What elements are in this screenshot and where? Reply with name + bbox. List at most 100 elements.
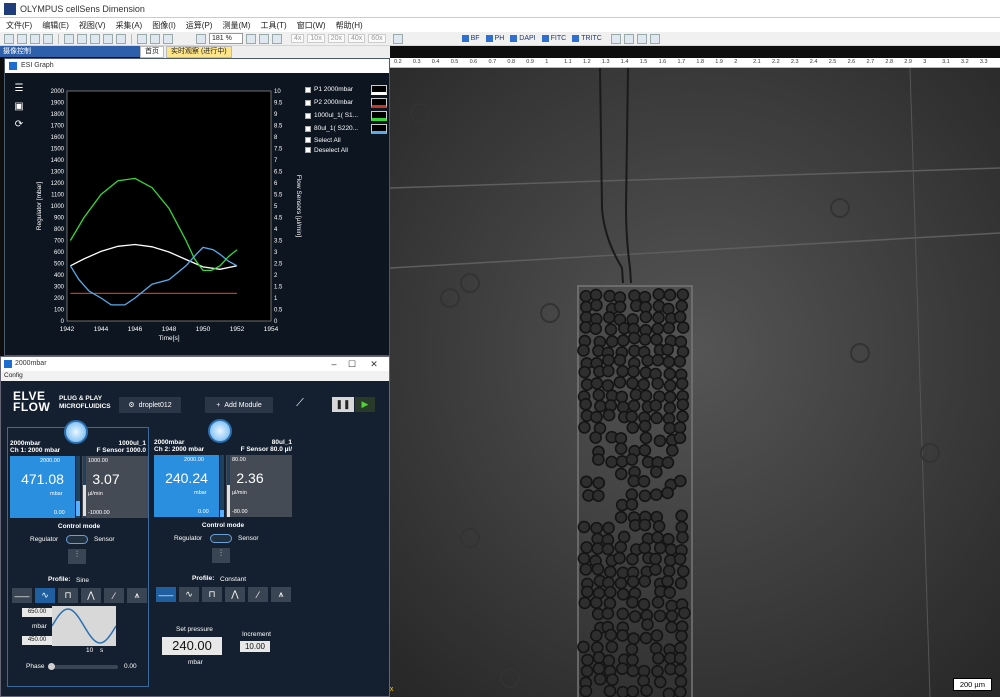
filter-button[interactable]: PH xyxy=(485,35,504,42)
profile-triangle-button[interactable]: ⋀ xyxy=(81,588,101,603)
profile-sine-button[interactable]: ∿ xyxy=(35,588,55,603)
checkbox[interactable] xyxy=(305,137,311,143)
legend-item[interactable]: P1 2000mbar xyxy=(305,83,387,96)
objective-button[interactable]: 4x xyxy=(291,34,305,43)
sliders-icon[interactable]: ⫶ xyxy=(212,548,230,563)
zoom-in-icon[interactable] xyxy=(246,33,256,44)
phase-slider[interactable] xyxy=(48,665,118,669)
microscope-live-image[interactable]: 200 µm xyxy=(390,68,1000,697)
copy-icon[interactable] xyxy=(77,33,87,44)
droplet xyxy=(581,585,594,599)
filter-button[interactable]: BF xyxy=(461,35,480,42)
legend-checkbox[interactable] xyxy=(305,112,311,119)
actual-size-icon[interactable] xyxy=(272,33,282,44)
objective-button[interactable]: 20x xyxy=(327,34,345,43)
control-mode-toggle[interactable] xyxy=(66,535,88,544)
profile-square-button[interactable]: ⊓ xyxy=(202,587,222,602)
refresh-icon[interactable]: ⟳ xyxy=(11,117,27,131)
fit-window-icon[interactable] xyxy=(259,33,269,44)
camera-icon[interactable] xyxy=(392,33,403,44)
legend-checkbox[interactable] xyxy=(305,125,311,132)
objective-button[interactable]: 60x xyxy=(368,34,386,43)
control-mode-toggle[interactable] xyxy=(210,534,232,543)
layout-2-icon[interactable] xyxy=(636,33,647,44)
phase-slider-handle[interactable] xyxy=(48,663,55,670)
close-icon[interactable]: ✕ xyxy=(367,357,381,371)
layout-icon[interactable] xyxy=(623,33,634,44)
increment-field[interactable]: 10.00 xyxy=(240,641,270,652)
legend-item[interactable]: P2 2000mbar xyxy=(305,96,387,109)
profile-custom-button[interactable]: ⩚ xyxy=(127,588,147,603)
add-module-button[interactable]: + Add Module xyxy=(205,397,273,413)
menu-item[interactable]: 采集(A) xyxy=(116,20,143,31)
sliders-icon[interactable]: ⫶ xyxy=(68,549,86,564)
menu-item[interactable]: 编辑(E) xyxy=(42,20,69,31)
select-tool-icon[interactable] xyxy=(137,33,147,44)
save-icon[interactable]: ▣ xyxy=(11,99,27,113)
legend-checkbox[interactable] xyxy=(305,99,311,106)
objective-button[interactable]: 40x xyxy=(348,34,366,43)
filter-button[interactable]: DAPI xyxy=(510,35,536,42)
new-icon[interactable] xyxy=(4,33,14,44)
menu-item[interactable]: 窗口(W) xyxy=(297,20,326,31)
undo-icon[interactable] xyxy=(103,33,113,44)
menu-item[interactable]: 文件(F) xyxy=(6,20,32,31)
select-all-option[interactable]: Select All xyxy=(305,135,387,145)
esi-chart: 0100200300400500600700800900100011001200… xyxy=(36,89,302,342)
zoom-select[interactable]: 181 % xyxy=(209,33,243,44)
open-icon[interactable] xyxy=(17,33,27,44)
settings-icon[interactable] xyxy=(610,33,621,44)
minimize-icon[interactable]: – xyxy=(327,357,341,371)
graph-icon[interactable]: ⟋ xyxy=(291,397,309,413)
pause-button[interactable]: ❚❚ xyxy=(332,397,354,412)
profile-custom-button[interactable]: ⩚ xyxy=(271,587,291,602)
legend-item[interactable]: 1000ul_1( S1... xyxy=(305,109,387,122)
checkbox[interactable] xyxy=(305,147,311,153)
profile-constant-button[interactable]: ––– xyxy=(12,588,32,603)
profile-ramp-button[interactable]: ⁄ xyxy=(248,587,268,602)
menu-item[interactable]: 测量(M) xyxy=(222,20,250,31)
min-field[interactable]: 450.00 xyxy=(22,636,52,645)
menu-item[interactable]: 运算(P) xyxy=(186,20,213,31)
layout-3-icon[interactable] xyxy=(649,33,660,44)
legend-checkbox[interactable] xyxy=(305,86,311,93)
maximize-icon[interactable]: ☐ xyxy=(345,357,359,371)
tab-home[interactable]: 首页 xyxy=(140,46,164,58)
profile-sine-button[interactable]: ∿ xyxy=(179,587,199,602)
set-pressure-field[interactable]: 240.00 xyxy=(162,637,222,655)
paste-icon[interactable] xyxy=(90,33,100,44)
max-field[interactable]: 650.00 xyxy=(22,608,52,617)
filter-button[interactable]: FITC xyxy=(541,35,566,42)
profile-constant-button[interactable]: ––– xyxy=(156,587,176,602)
cut-icon[interactable] xyxy=(64,33,74,44)
legend-item[interactable]: 80ul_1( S220... xyxy=(305,122,387,135)
filter-button[interactable]: TRITC xyxy=(572,35,602,42)
measure-tool-icon[interactable] xyxy=(150,33,160,44)
phase-value[interactable]: 0.00 xyxy=(124,663,137,670)
config-menu[interactable]: Config xyxy=(1,371,389,381)
menu-item[interactable]: 图像(I) xyxy=(152,20,176,31)
redo-icon[interactable] xyxy=(116,33,126,44)
zoom-out-icon[interactable] xyxy=(196,33,206,44)
settings-sliders-icon[interactable]: ☰ xyxy=(11,81,27,95)
droplet xyxy=(591,562,605,576)
profile-triangle-button[interactable]: ⋀ xyxy=(225,587,245,602)
menu-item[interactable]: 视图(V) xyxy=(79,20,106,31)
profile-square-button[interactable]: ⊓ xyxy=(58,588,78,603)
objective-button[interactable]: 10x xyxy=(307,34,325,43)
period-value[interactable]: 10 xyxy=(86,647,93,654)
menu-item[interactable]: 帮助(H) xyxy=(336,20,363,31)
print-icon[interactable] xyxy=(43,33,53,44)
play-button[interactable]: ▶ xyxy=(355,397,375,412)
menu-item[interactable]: 工具(T) xyxy=(260,20,286,31)
tab-live-view[interactable]: 实时观察 (进行中) xyxy=(166,46,232,58)
channel-knob-icon[interactable] xyxy=(64,420,88,444)
device-button[interactable]: ⚙ droplet012 xyxy=(119,397,181,413)
profile-ramp-button[interactable]: ⁄ xyxy=(104,588,124,603)
save-icon[interactable] xyxy=(30,33,40,44)
annotation-tool-icon[interactable] xyxy=(163,33,173,44)
x-tick-label: 1950 xyxy=(196,326,211,333)
legend-swatch-icon xyxy=(371,123,387,134)
channel-knob-icon[interactable] xyxy=(208,419,232,443)
deselect-all-option[interactable]: Deselect All xyxy=(305,145,387,155)
